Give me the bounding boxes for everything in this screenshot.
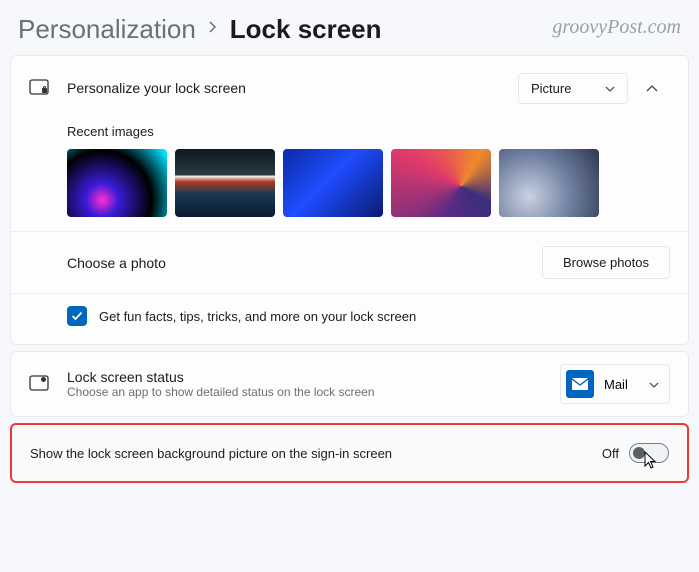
- status-subtitle: Choose an app to show detailed status on…: [67, 385, 560, 399]
- chevron-right-icon: [208, 20, 218, 39]
- chevron-down-icon: [649, 377, 659, 392]
- breadcrumb-parent[interactable]: Personalization: [18, 14, 196, 45]
- signin-bg-label: Show the lock screen background picture …: [30, 446, 392, 461]
- watermark: groovyPost.com: [552, 16, 681, 39]
- recent-image-thumbnail[interactable]: [175, 149, 275, 217]
- chevron-up-icon: [645, 84, 659, 93]
- choose-photo-label: Choose a photo: [67, 255, 166, 271]
- status-app-value: Mail: [604, 377, 628, 392]
- personalize-card: Personalize your lock screen Picture Rec…: [10, 55, 689, 345]
- collapse-button[interactable]: [634, 70, 670, 106]
- background-type-dropdown[interactable]: Picture: [518, 73, 628, 104]
- status-title: Lock screen status: [67, 369, 560, 385]
- lock-screen-icon: [29, 78, 49, 98]
- cursor-icon: [643, 450, 659, 475]
- recent-image-thumbnail[interactable]: [283, 149, 383, 217]
- page-title: Lock screen: [230, 14, 382, 45]
- browse-photos-button[interactable]: Browse photos: [542, 246, 670, 279]
- fun-facts-label: Get fun facts, tips, tricks, and more on…: [99, 309, 416, 324]
- check-icon: [71, 311, 83, 321]
- status-app-dropdown[interactable]: Mail: [560, 364, 670, 404]
- mail-icon: [566, 370, 594, 398]
- lock-screen-status-card[interactable]: Lock screen status Choose an app to show…: [10, 351, 689, 417]
- dropdown-value: Picture: [531, 81, 571, 96]
- recent-image-thumbnail[interactable]: [391, 149, 491, 217]
- fun-facts-row: Get fun facts, tips, tricks, and more on…: [11, 294, 688, 344]
- recent-image-thumbnail[interactable]: [67, 149, 167, 217]
- chevron-down-icon: [605, 81, 615, 96]
- recent-images-row: [11, 149, 688, 231]
- personalize-header-row[interactable]: Personalize your lock screen Picture: [11, 56, 688, 120]
- personalize-title: Personalize your lock screen: [67, 80, 246, 96]
- toggle-state-label: Off: [602, 446, 619, 461]
- recent-images-label: Recent images: [11, 120, 688, 149]
- signin-bg-row[interactable]: Show the lock screen background picture …: [10, 423, 689, 483]
- status-icon: [29, 374, 49, 394]
- recent-image-thumbnail[interactable]: [499, 149, 599, 217]
- fun-facts-checkbox[interactable]: [67, 306, 87, 326]
- choose-photo-row: Choose a photo Browse photos: [11, 232, 688, 293]
